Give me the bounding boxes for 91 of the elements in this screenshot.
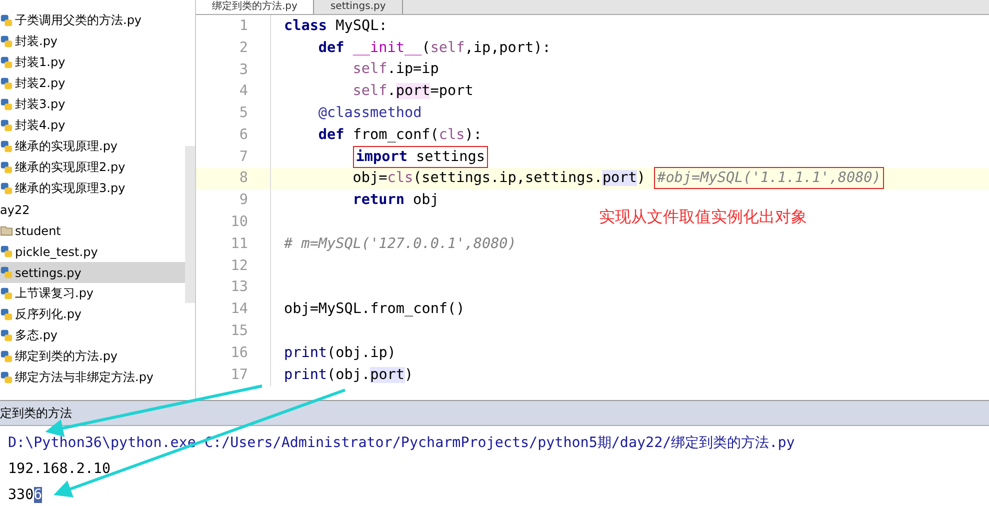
python-file-icon [0,35,13,48]
code-text: =port [430,83,474,100]
code-name: port [602,170,637,186]
line-number: 3 [196,58,271,80]
code-keyword: print [284,366,328,383]
file-tree-item[interactable]: 上节课复习.py [0,283,185,304]
code-text: .ip=ip [387,61,439,78]
line-number: 12 [196,254,271,277]
python-file-icon [0,140,13,153]
line-number: 6 [196,124,271,146]
line-number: 16 [196,342,271,364]
file-tree-item[interactable]: 继承的实现原理3.py [0,178,185,199]
file-tree-item[interactable]: 继承的实现原理.py [0,136,185,157]
file-tree-item[interactable]: settings.py [0,262,185,283]
code-text: (obj. [327,366,370,383]
code-text: ): [464,126,482,143]
file-tree-item[interactable]: 绑定到类的方法.py [0,346,185,367]
line-number: 9 [196,189,271,212]
scrollbar[interactable] [185,146,195,303]
code-keyword: class [284,18,328,34]
code-text: obj=MySQL.from_conf() [284,301,465,318]
code-name: port [396,83,430,100]
python-file-icon [0,98,13,111]
file-tree-item[interactable]: 封装2.py [0,73,185,94]
code-text: ,ip,port): [464,40,551,56]
python-file-icon [0,119,13,132]
editor-tab[interactable]: 绑定到类的方法.py [196,0,314,14]
code-text: from_conf( [352,126,439,143]
python-file-icon [0,371,13,384]
run-panel-title: 定到类的方法 [0,400,989,426]
code-text: obj= [352,170,388,186]
line-number: 10 [196,211,271,234]
code-text: . [387,83,396,100]
code-decorator: @classmethod [318,105,422,122]
python-file-icon [0,266,13,279]
code-name: port [370,366,405,383]
code-keyword: return [352,192,404,208]
line-number: 17 [196,364,271,386]
code-comment: # m=MySQL('127.0.0.1',8080) [284,236,516,252]
line-number: 11 [196,232,271,255]
file-tree-item[interactable]: 封装1.py [0,52,185,73]
python-file-icon [0,161,13,174]
code-keyword: def [318,126,344,143]
code-keyword: self [352,83,388,100]
python-file-icon [0,350,13,363]
code-name: __init__ [352,40,422,56]
line-number: 4 [196,80,271,102]
code-keyword: cls [438,126,465,143]
code-text: ) [404,366,414,383]
code-keyword: self [430,40,465,56]
file-tree-item[interactable]: 继承的实现原理2.py [0,157,185,178]
editor-tab[interactable]: settings.py [314,0,403,14]
code-keyword: self [352,61,388,78]
file-tree-item[interactable]: student [0,220,185,241]
line-number: 13 [196,276,271,298]
code-keyword: print [284,344,328,361]
python-file-icon [0,77,13,90]
code-text: MySQL: [334,18,388,34]
highlight-box: #obj=MySQL('1.1.1.1',8080) [654,167,884,190]
line-number: 2 [196,36,271,59]
python-file-icon [0,14,13,27]
file-tree-item[interactable]: pickle_test.py [0,241,185,262]
python-file-icon [0,245,13,258]
file-tree-item[interactable]: 子类调用父类的方法.py [0,10,185,31]
file-tree-item[interactable]: ay22 [0,199,185,220]
file-tree-item[interactable]: 多态.py [0,325,185,346]
code-text: ( [422,40,430,56]
code-text: ) [636,170,646,186]
folder-icon [0,224,13,237]
code-text: (obj.ip) [327,344,396,361]
file-tree-item[interactable]: 绑定方法与非绑定方法.py [0,367,185,388]
code-text: (settings.ip,settings. [413,170,602,186]
line-number: 15 [196,320,271,342]
code-text: obj [412,192,439,208]
python-file-icon [0,308,13,321]
python-file-icon [0,56,13,69]
python-file-icon [0,287,13,300]
line-number: 8 [196,167,271,190]
code-keyword: def [318,40,346,56]
annotation-text: 实现从文件取值实例化出对象 [599,207,807,228]
line-number: 14 [196,298,271,320]
line-number: 5 [196,102,271,124]
file-tree-item[interactable]: 反序列化.py [0,304,185,325]
python-file-icon [0,329,13,342]
line-number: 1 [196,14,271,37]
file-tree-item[interactable]: 封装.py [0,31,185,52]
file-tree-item[interactable]: 封装3.py [0,94,185,115]
file-tree-item[interactable]: 封装4.py [0,115,185,136]
python-file-icon [0,182,13,195]
code-keyword: cls [387,170,414,186]
highlight-box: import settings [352,146,488,168]
